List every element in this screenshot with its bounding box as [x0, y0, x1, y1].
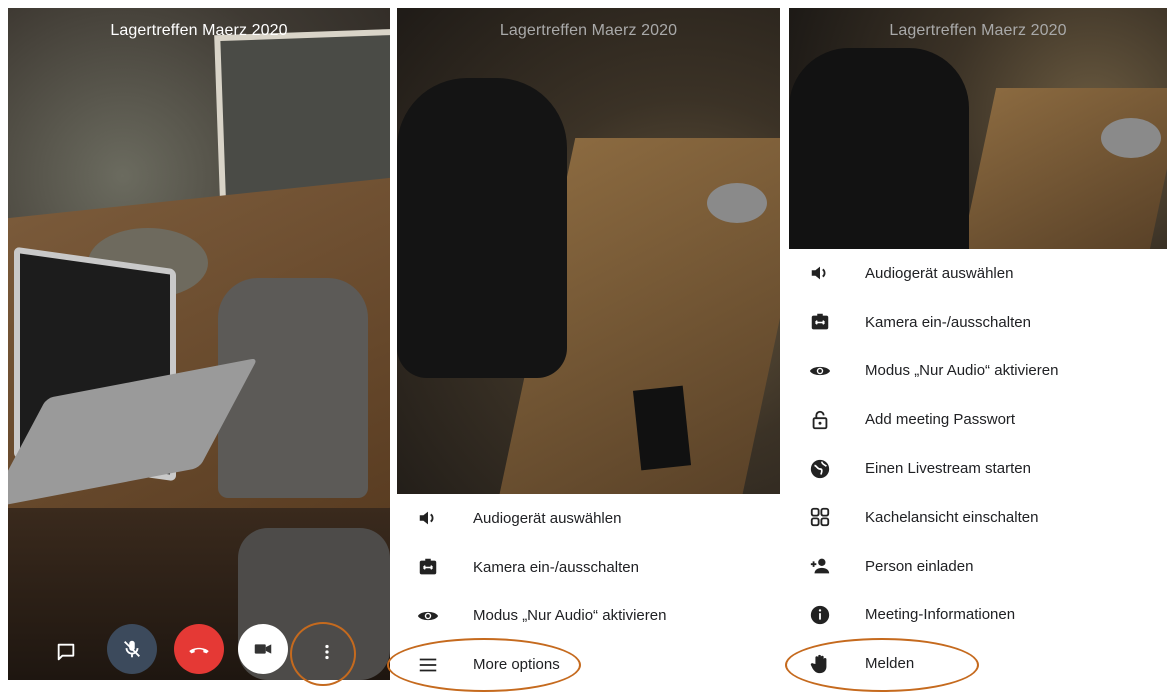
menu-item-audio-only[interactable]: Modus „Nur Audio“ aktivieren: [397, 592, 780, 641]
menu-item-label: Audiogerät auswählen: [865, 264, 1014, 282]
menu-item-livestream[interactable]: Einen Livestream starten: [789, 444, 1167, 493]
menu-item-audio-device[interactable]: Audiogerät auswählen: [789, 249, 1167, 298]
menu-item-label: Kamera ein-/ausschalten: [865, 313, 1031, 331]
menu-item-audio-only[interactable]: Modus „Nur Audio“ aktivieren: [789, 347, 1167, 396]
menu-item-label: Add meeting Passwort: [865, 411, 1016, 429]
overflow-menu-expanded: Audiogerät auswählen Kamera ein-/ausscha…: [789, 249, 1167, 680]
video-box-shape: [632, 385, 692, 471]
menu-item-label: Modus „Nur Audio“ aktivieren: [473, 607, 667, 625]
menu-item-raise-hand[interactable]: Melden: [789, 639, 1167, 680]
video-feed: [8, 8, 390, 680]
menu-item-label: Meeting-Informationen: [865, 606, 1016, 624]
menu-item-label: Person einladen: [865, 557, 974, 575]
mic-off-icon: [124, 640, 140, 658]
menu-item-tile-view[interactable]: Kachelansicht einschalten: [789, 493, 1167, 542]
mute-button[interactable]: [107, 624, 157, 674]
camera-switch-icon: [417, 556, 439, 578]
menu-item-label: Audiogerät auswählen: [473, 509, 622, 527]
menu-item-label: Kachelansicht einschalten: [865, 508, 1039, 526]
video-speaker-shape: [1101, 118, 1161, 158]
person-add-icon: [809, 555, 831, 577]
video-feed: [397, 8, 780, 494]
meeting-title: Lagertreffen Maerz 2020: [110, 22, 288, 39]
video-feed: [789, 8, 1167, 249]
hangup-button[interactable]: [174, 624, 224, 674]
menu-item-camera-toggle[interactable]: Kamera ein-/ausschalten: [397, 543, 780, 592]
menu-item-label: Kamera ein-/ausschalten: [473, 558, 639, 576]
eye-icon: [417, 605, 439, 627]
menu-item-label: Modus „Nur Audio“ aktivieren: [865, 362, 1059, 380]
full-menu-panel: Lagertreffen Maerz 2020 Audiogerät auswä…: [789, 8, 1167, 680]
eye-icon: [809, 360, 831, 382]
video-guitar-shape: [789, 48, 969, 249]
meeting-title: Lagertreffen Maerz 2020: [889, 22, 1067, 39]
video-toggle-button[interactable]: [238, 624, 288, 674]
video-speaker-shape: [707, 183, 767, 223]
menu-item-invite-person[interactable]: Person einladen: [789, 542, 1167, 591]
info-icon: [809, 604, 831, 626]
phone-hangup-icon: [189, 647, 209, 654]
lock-open-icon: [809, 409, 831, 431]
speaker-icon: [809, 262, 831, 284]
menu-item-label: Melden: [865, 655, 915, 673]
video-table-shape: [961, 88, 1167, 249]
call-controls-bar: [8, 608, 390, 680]
speaker-icon: [417, 507, 439, 529]
menu-item-meeting-info[interactable]: Meeting-Informationen: [789, 591, 1167, 640]
more-options-button[interactable]: [305, 630, 349, 674]
menu-item-audio-device[interactable]: Audiogerät auswählen: [397, 494, 780, 543]
globe-icon: [809, 458, 831, 480]
menu-item-label: More options: [473, 656, 560, 674]
videocam-icon: [254, 644, 272, 654]
video-guitar-shape: [397, 78, 567, 378]
tile-view-icon: [809, 506, 831, 528]
short-menu-panel: Lagertreffen Maerz 2020 Audiogerät auswä…: [397, 8, 780, 680]
meeting-title: Lagertreffen Maerz 2020: [499, 22, 678, 39]
more-vertical-icon: [325, 644, 329, 660]
menu-icon: [417, 654, 439, 676]
hand-icon: [809, 653, 831, 675]
menu-item-camera-toggle[interactable]: Kamera ein-/ausschalten: [789, 298, 1167, 347]
overflow-menu: Audiogerät auswählen Kamera ein-/ausscha…: [397, 494, 780, 680]
chat-icon: [57, 643, 75, 661]
menu-item-label: Einen Livestream starten: [865, 460, 1031, 478]
camera-switch-icon: [809, 311, 831, 333]
menu-item-more-options[interactable]: More options: [397, 640, 780, 680]
call-screen-panel: Lagertreffen Maerz 2020: [8, 8, 390, 680]
chat-button[interactable]: [44, 630, 88, 674]
menu-item-meeting-password[interactable]: Add meeting Passwort: [789, 395, 1167, 444]
